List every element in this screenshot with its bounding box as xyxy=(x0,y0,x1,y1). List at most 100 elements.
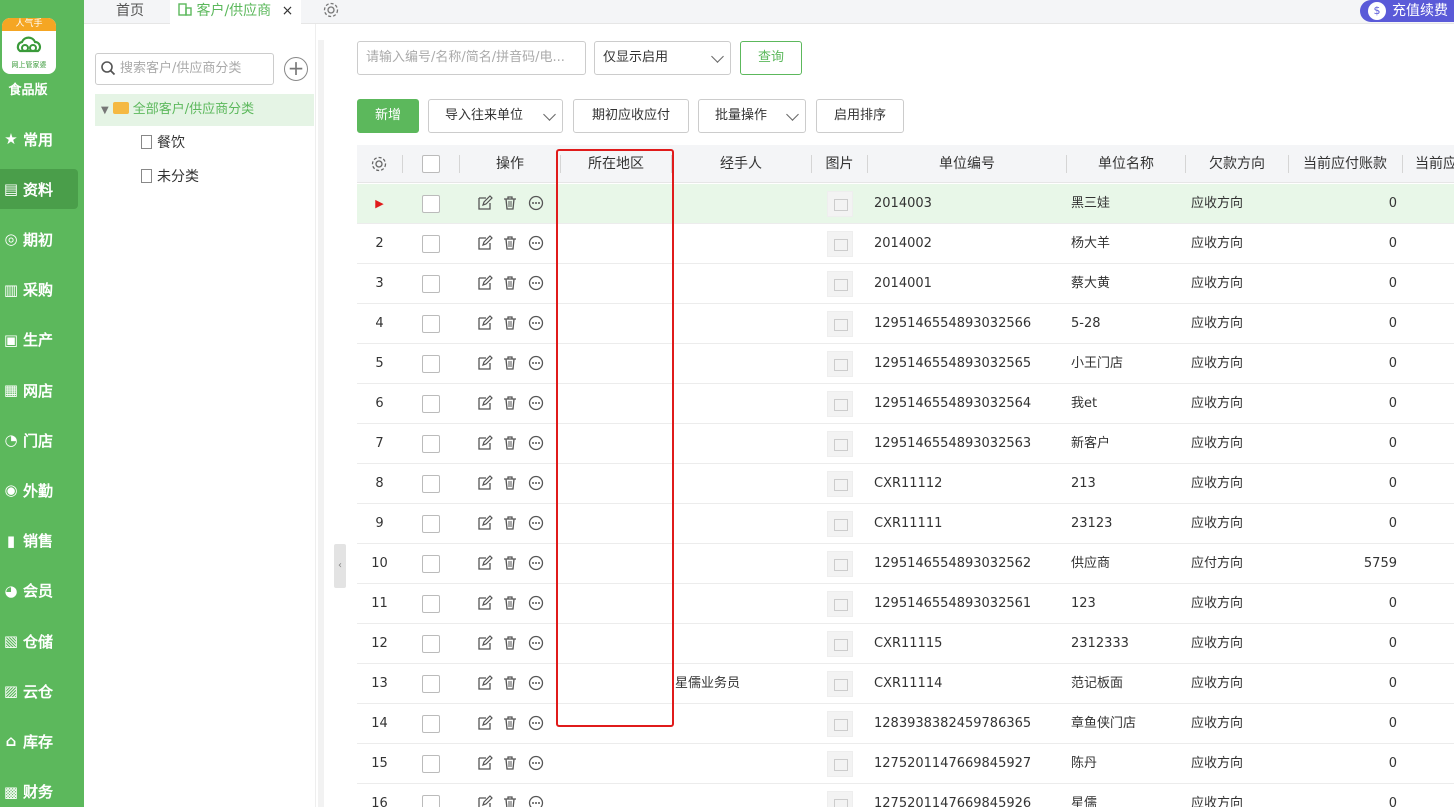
edit-icon[interactable] xyxy=(477,795,493,807)
more-icon[interactable] xyxy=(528,475,544,491)
more-icon[interactable] xyxy=(528,795,544,807)
delete-icon[interactable] xyxy=(502,515,518,531)
image-placeholder-icon[interactable] xyxy=(827,551,853,577)
table-row[interactable]: 9 CXR11111 23123 应收方向 0 xyxy=(357,504,1454,544)
sidebar-item-7[interactable]: ◉ 外勤 xyxy=(0,470,78,510)
delete-icon[interactable] xyxy=(502,635,518,651)
more-icon[interactable] xyxy=(528,715,544,731)
more-icon[interactable] xyxy=(528,235,544,251)
image-placeholder-icon[interactable] xyxy=(827,191,853,217)
sidebar-item-6[interactable]: ◔ 门店 xyxy=(0,420,78,460)
header-unit-code[interactable]: 单位编号 xyxy=(868,145,1066,183)
table-row[interactable]: 16 1275201147669845926 星儒 应收方向 0 xyxy=(357,784,1454,807)
more-icon[interactable] xyxy=(528,195,544,211)
image-placeholder-icon[interactable] xyxy=(827,511,853,537)
header-image[interactable]: 图片 xyxy=(812,145,867,183)
recharge-button[interactable]: $ 充值续费 xyxy=(1360,0,1454,22)
edit-icon[interactable] xyxy=(477,475,493,491)
row-checkbox[interactable] xyxy=(422,275,440,293)
more-icon[interactable] xyxy=(528,755,544,771)
batch-operation-dropdown[interactable]: 批量操作 xyxy=(698,99,806,133)
image-placeholder-icon[interactable] xyxy=(827,711,853,737)
delete-icon[interactable] xyxy=(502,675,518,691)
row-checkbox[interactable] xyxy=(422,315,440,333)
edit-icon[interactable] xyxy=(477,395,493,411)
sidebar-item-3[interactable]: ▥ 采购 xyxy=(0,270,78,310)
table-row[interactable]: 7 1295146554893032563 新客户 应收方向 0 xyxy=(357,424,1454,464)
more-icon[interactable] xyxy=(528,395,544,411)
header-current-payable[interactable]: 当前应付账款 xyxy=(1289,145,1401,183)
query-button[interactable]: 查询 xyxy=(740,41,802,75)
sidebar-item-9[interactable]: ◕ 会员 xyxy=(0,571,78,611)
more-icon[interactable] xyxy=(528,355,544,371)
tree-root-all-categories[interactable]: ▼ 全部客户/供应商分类 xyxy=(95,94,314,126)
collapse-panel-handle[interactable]: ‹ xyxy=(334,544,346,588)
image-placeholder-icon[interactable] xyxy=(827,391,853,417)
more-icon[interactable] xyxy=(528,675,544,691)
image-placeholder-icon[interactable] xyxy=(827,431,853,457)
image-placeholder-icon[interactable] xyxy=(827,231,853,257)
edit-icon[interactable] xyxy=(477,355,493,371)
sidebar-item-5[interactable]: ▦ 网店 xyxy=(0,370,78,410)
more-icon[interactable] xyxy=(528,555,544,571)
status-select[interactable]: 仅显示启用 xyxy=(594,41,731,75)
table-row[interactable]: 12 CXR11115 2312333 应收方向 0 xyxy=(357,624,1454,664)
add-button[interactable]: 新增 xyxy=(357,99,419,133)
edit-icon[interactable] xyxy=(477,675,493,691)
column-settings-gear-icon[interactable] xyxy=(370,155,388,173)
table-row[interactable]: 8 CXR11112 213 应收方向 0 xyxy=(357,464,1454,504)
tree-node-uncategorized[interactable]: 未分类 xyxy=(141,166,199,188)
delete-icon[interactable] xyxy=(502,555,518,571)
table-row[interactable]: ▶ 2014003 黑三娃 应收方向 0 xyxy=(357,184,1454,224)
image-placeholder-icon[interactable] xyxy=(827,591,853,617)
edit-icon[interactable] xyxy=(477,555,493,571)
keyword-search-input[interactable]: 请输入编号/名称/简名/拼音码/电... xyxy=(357,41,586,75)
delete-icon[interactable] xyxy=(502,475,518,491)
delete-icon[interactable] xyxy=(502,795,518,807)
sidebar-item-12[interactable]: ⌂ 库存 xyxy=(0,721,78,761)
row-checkbox[interactable] xyxy=(422,195,440,213)
tab-close-icon[interactable]: × xyxy=(282,3,294,19)
more-icon[interactable] xyxy=(528,515,544,531)
table-row[interactable]: 6 1295146554893032564 我et 应收方向 0 xyxy=(357,384,1454,424)
edit-icon[interactable] xyxy=(477,315,493,331)
row-checkbox[interactable] xyxy=(422,355,440,373)
row-checkbox[interactable] xyxy=(422,395,440,413)
row-checkbox[interactable] xyxy=(422,515,440,533)
delete-icon[interactable] xyxy=(502,435,518,451)
edit-icon[interactable] xyxy=(477,635,493,651)
row-checkbox[interactable] xyxy=(422,755,440,773)
table-row[interactable]: 10 1295146554893032562 供应商 应付方向 5759 xyxy=(357,544,1454,584)
image-placeholder-icon[interactable] xyxy=(827,671,853,697)
delete-icon[interactable] xyxy=(502,275,518,291)
image-placeholder-icon[interactable] xyxy=(827,751,853,777)
sidebar-item-0[interactable]: ★ 常用 xyxy=(0,119,78,159)
edit-icon[interactable] xyxy=(477,435,493,451)
row-checkbox[interactable] xyxy=(422,475,440,493)
table-row[interactable]: 11 1295146554893032561 123 应收方向 0 xyxy=(357,584,1454,624)
edit-icon[interactable] xyxy=(477,275,493,291)
image-placeholder-icon[interactable] xyxy=(827,791,853,807)
table-row[interactable]: 3 2014001 蔡大黄 应收方向 0 xyxy=(357,264,1454,304)
add-category-button[interactable]: + xyxy=(284,57,308,81)
header-current-receivable[interactable]: 当前应 xyxy=(1403,145,1454,183)
row-checkbox[interactable] xyxy=(422,595,440,613)
row-checkbox[interactable] xyxy=(422,795,440,807)
image-placeholder-icon[interactable] xyxy=(827,271,853,297)
category-search-input[interactable]: 搜索客户/供应商分类 xyxy=(95,53,274,85)
image-placeholder-icon[interactable] xyxy=(827,471,853,497)
delete-icon[interactable] xyxy=(502,755,518,771)
delete-icon[interactable] xyxy=(502,715,518,731)
sidebar-item-1[interactable]: ▤ 资料 xyxy=(0,169,78,210)
image-placeholder-icon[interactable] xyxy=(827,351,853,377)
row-checkbox[interactable] xyxy=(422,555,440,573)
edit-icon[interactable] xyxy=(477,595,493,611)
row-checkbox[interactable] xyxy=(422,635,440,653)
import-dropdown-button[interactable]: 导入往来单位 xyxy=(428,99,563,133)
caret-down-icon[interactable]: ▼ xyxy=(101,105,109,116)
table-row[interactable]: 5 1295146554893032565 小王门店 应收方向 0 xyxy=(357,344,1454,384)
app-logo[interactable]: 人气手 网上管家婆 xyxy=(2,18,56,74)
sidebar-item-10[interactable]: ▧ 仓储 xyxy=(0,621,78,661)
delete-icon[interactable] xyxy=(502,395,518,411)
edit-icon[interactable] xyxy=(477,195,493,211)
